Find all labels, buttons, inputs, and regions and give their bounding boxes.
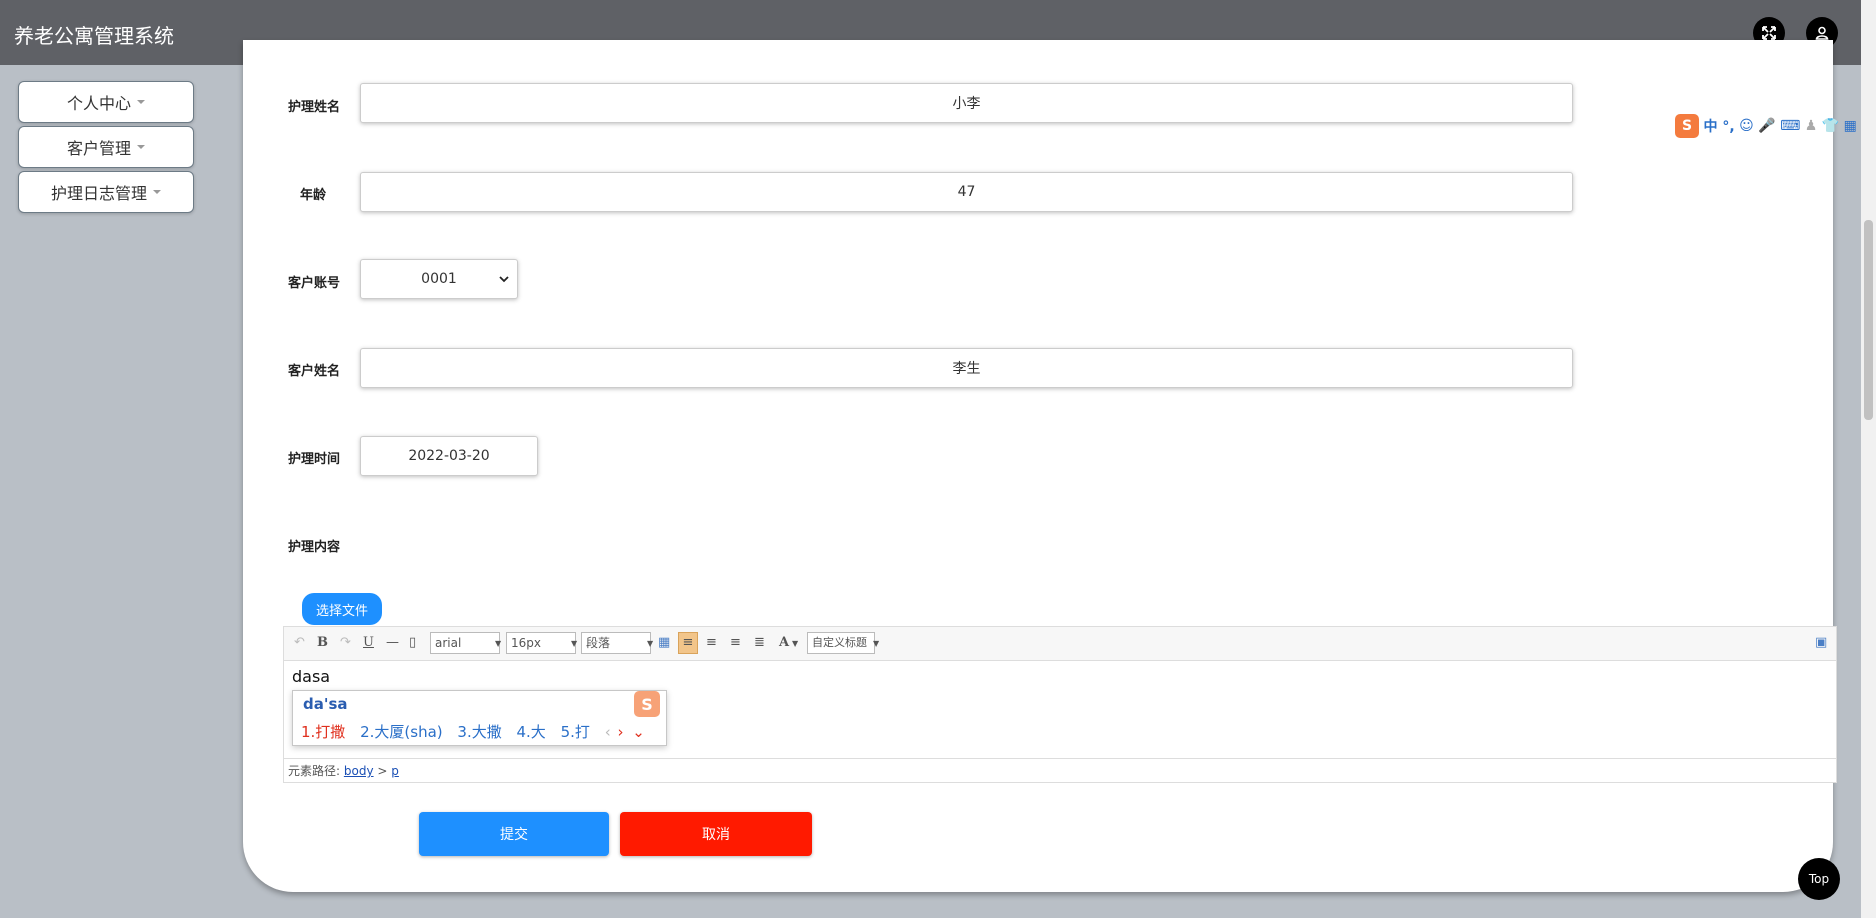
page-scrollbar[interactable] <box>1861 0 1876 918</box>
horizontal-rule-icon[interactable]: — <box>386 635 399 650</box>
sidebar-item-label: 个人中心 <box>66 94 131 113</box>
undo-icon[interactable]: ↶ <box>294 635 305 650</box>
age-label: 年龄 <box>299 188 326 203</box>
chevron-down-icon <box>499 272 509 288</box>
chevron-down-icon <box>153 190 161 194</box>
age-field[interactable]: 47 <box>360 172 1573 212</box>
user-icon[interactable]: ♟ <box>1805 118 1818 134</box>
chevron-down-icon <box>137 100 145 104</box>
customer-account-value: 0001 <box>421 271 457 287</box>
paste-icon[interactable]: ▯ <box>409 635 416 650</box>
care-time-field[interactable]: 2022-03-20 <box>360 436 538 476</box>
chevron-down-icon: ▼ <box>873 639 880 648</box>
sidebar-item-personal-center[interactable]: 个人中心 <box>18 81 194 123</box>
sidebar-item-care-log-management[interactable]: 护理日志管理 <box>18 171 194 213</box>
font-color-button[interactable]: A <box>779 635 789 650</box>
ime-candidate[interactable]: 1.打撒 <box>301 723 345 741</box>
align-left-icon[interactable]: ≡ <box>678 632 698 654</box>
sidebar-item-label: 护理日志管理 <box>50 184 147 203</box>
custom-title-select[interactable]: 自定义标题 <box>807 632 875 654</box>
redo-icon[interactable]: ↷ <box>340 635 351 650</box>
customer-name-field[interactable]: 李生 <box>360 348 1573 388</box>
sogou-logo-icon: S <box>634 691 660 717</box>
ime-composition: da'sa <box>303 695 348 713</box>
table-icon[interactable]: ▦ <box>658 635 670 650</box>
chevron-down-icon: ▼ <box>647 639 654 648</box>
chevron-down-icon[interactable]: ⌄ <box>632 723 645 741</box>
paragraph-value: 段落 <box>586 636 611 650</box>
care-content-label: 护理内容 <box>287 540 340 555</box>
customer-account-select[interactable]: 0001 <box>360 259 518 299</box>
skin-icon[interactable]: 👕 <box>1822 118 1839 134</box>
bold-button[interactable]: B <box>317 635 328 650</box>
ime-candidate[interactable]: 4.大 <box>517 723 546 741</box>
ime-candidates: 1.打撒 2.大厦(sha) 3.大撒 4.大 5.打 ‹ › ⌄ <box>301 721 655 742</box>
sogou-logo-icon[interactable]: S <box>1675 114 1699 138</box>
justify-icon[interactable]: ≣ <box>754 635 765 650</box>
sidebar-item-label: 客户管理 <box>66 139 131 158</box>
align-center-icon[interactable]: ≡ <box>730 635 741 650</box>
choose-file-button[interactable]: 选择文件 <box>302 593 382 625</box>
chevron-down-icon: ▼ <box>571 639 578 648</box>
chevron-down-icon <box>137 145 145 149</box>
microphone-icon[interactable]: 🎤 <box>1758 118 1775 134</box>
care-time-label: 护理时间 <box>287 452 340 467</box>
chevron-right-icon[interactable]: › <box>617 723 623 741</box>
font-family-select[interactable]: arial <box>430 632 500 654</box>
chevron-down-icon: ▼ <box>792 639 799 648</box>
ime-candidate[interactable]: 5.打 <box>561 723 590 741</box>
editor-content[interactable]: dasa <box>292 667 330 686</box>
submit-button[interactable]: 提交 <box>419 812 609 856</box>
ime-candidate[interactable]: 2.大厦(sha) <box>360 723 443 741</box>
path-p-link[interactable]: p <box>391 764 399 778</box>
sidebar-item-customer-management[interactable]: 客户管理 <box>18 126 194 168</box>
cancel-button[interactable]: 取消 <box>620 812 812 856</box>
paragraph-select[interactable]: 段落 <box>581 632 651 654</box>
editor-status-bar: 元素路径: body > p <box>284 758 1836 782</box>
app-title: 养老公寓管理系统 <box>14 24 174 48</box>
keyboard-icon[interactable]: ⌨ <box>1780 118 1800 134</box>
customer-name-label: 客户姓名 <box>287 364 340 379</box>
ime-status-text[interactable]: 中 °, <box>1703 119 1734 135</box>
emoji-icon[interactable]: ☺ <box>1739 118 1754 134</box>
fullscreen-editor-icon[interactable]: ▣ <box>1815 635 1827 650</box>
editor-toolbar: ↶ B ↷ U — ▯ arial ▼ 16px ▼ 段落 ▼ ▦ ≡ ≡ ≡ … <box>284 627 1836 661</box>
scrollbar-thumb[interactable] <box>1864 220 1873 420</box>
font-size-select[interactable]: 16px <box>506 632 576 654</box>
path-separator: > <box>377 764 388 778</box>
chevron-left-icon[interactable]: ‹ <box>605 723 611 741</box>
nurse-name-field[interactable]: 小李 <box>360 83 1573 123</box>
customer-account-label: 客户账号 <box>287 276 340 291</box>
back-to-top-button[interactable]: Top <box>1798 858 1840 900</box>
chevron-down-icon: ▼ <box>495 639 502 648</box>
ime-status-bar: S 中 °, ☺ 🎤 ⌨ ♟ 👕 ▦ <box>1675 114 1857 140</box>
element-path-label: 元素路径: <box>288 764 341 778</box>
custom-title-value: 自定义标题 <box>812 636 867 649</box>
font-size-value: 16px <box>511 636 541 650</box>
ime-candidate[interactable]: 3.大撒 <box>457 723 501 741</box>
grid-icon[interactable]: ▦ <box>1844 118 1857 134</box>
ime-candidate-popup: da'sa S 1.打撒 2.大厦(sha) 3.大撒 4.大 5.打 ‹ › … <box>292 690 667 746</box>
underline-button[interactable]: U <box>363 635 374 650</box>
path-body-link[interactable]: body <box>344 764 374 778</box>
nurse-name-label: 护理姓名 <box>287 100 340 115</box>
align-right-icon[interactable]: ≡ <box>706 635 717 650</box>
font-family-value: arial <box>435 636 462 650</box>
